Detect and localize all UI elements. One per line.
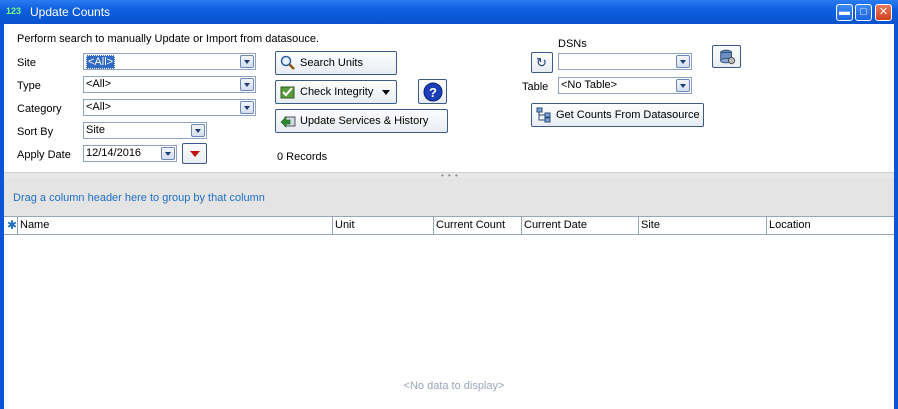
column-header-location[interactable]: Location: [767, 217, 894, 234]
type-label: Type: [17, 80, 41, 92]
refresh-icon: ↻: [536, 55, 547, 70]
group-by-hint: Drag a column header here to group by th…: [13, 192, 265, 204]
table-combo[interactable]: <No Table>: [558, 77, 692, 94]
search-icon: [280, 55, 295, 70]
column-header-current-date[interactable]: Current Date: [522, 217, 639, 234]
update-services-label: Update Services & History: [300, 115, 429, 127]
grid-header: ✱ Name Unit Current Count Current Date S…: [4, 216, 894, 235]
check-integrity-button[interactable]: Check Integrity: [275, 80, 397, 104]
maximize-icon: □: [860, 6, 867, 18]
sortby-combo[interactable]: Site: [83, 122, 207, 139]
category-value: <All>: [86, 101, 112, 113]
window-title: Update Counts: [30, 5, 111, 19]
applydate-picker[interactable]: 12/14/2016: [83, 145, 177, 162]
check-integrity-label: Check Integrity: [300, 86, 374, 98]
sortby-value: Site: [86, 124, 105, 136]
get-counts-button[interactable]: Get Counts From Datasource: [531, 103, 704, 127]
group-by-panel[interactable]: Drag a column header here to group by th…: [4, 178, 894, 216]
counts-grid: Drag a column header here to group by th…: [4, 178, 894, 409]
update-icon: [280, 116, 296, 128]
table-label: Table: [522, 81, 549, 93]
triangle-down-icon: [190, 151, 200, 157]
dsns-label: DSNs: [558, 38, 587, 50]
type-combo[interactable]: <All>: [83, 76, 256, 93]
checklist-icon: [280, 86, 295, 99]
app-icon-text: 123: [6, 6, 22, 16]
sortby-label: Sort By: [17, 126, 54, 138]
chevron-down-icon[interactable]: [161, 147, 175, 160]
select-all-icon[interactable]: ✱: [4, 217, 18, 234]
site-label: Site: [17, 57, 36, 69]
datasource-settings-button[interactable]: [712, 45, 741, 68]
help-icon: ?: [423, 82, 443, 102]
records-count: 0 Records: [277, 151, 328, 163]
category-combo[interactable]: <All>: [83, 99, 256, 116]
chevron-down-icon[interactable]: [676, 79, 690, 92]
chevron-down-icon[interactable]: [240, 78, 254, 91]
chevron-down-icon[interactable]: [240, 101, 254, 114]
category-label: Category: [17, 103, 62, 115]
app-icon: 123: [6, 6, 24, 18]
client-area: Perform search to manually Update or Imp…: [4, 24, 894, 409]
date-menu-button[interactable]: [182, 143, 207, 164]
table-value: <No Table>: [561, 79, 618, 91]
close-icon: ✕: [878, 6, 889, 18]
chevron-down-icon[interactable]: [240, 55, 254, 68]
empty-grid-message: <No data to display>: [403, 380, 505, 392]
column-header-site[interactable]: Site: [639, 217, 767, 234]
update-counts-window: 123 Update Counts ▬ □ ✕ Perform search t…: [0, 0, 898, 409]
title-bar[interactable]: 123 Update Counts ▬ □ ✕: [0, 0, 898, 24]
search-units-button[interactable]: Search Units: [275, 51, 397, 75]
datasource-tree-icon: [536, 107, 551, 123]
help-button[interactable]: ?: [418, 79, 447, 104]
refresh-dsns-button[interactable]: ↻: [531, 52, 553, 73]
column-header-name[interactable]: Name: [18, 217, 333, 234]
chevron-down-icon[interactable]: [191, 124, 205, 137]
dsns-combo[interactable]: [558, 53, 692, 70]
update-services-button[interactable]: Update Services & History: [275, 109, 448, 133]
svg-text:?: ?: [429, 85, 437, 100]
type-value: <All>: [86, 78, 112, 90]
maximize-button[interactable]: □: [855, 4, 872, 21]
applydate-value: 12/14/2016: [86, 147, 142, 159]
site-value: <All>: [86, 55, 116, 69]
site-combo[interactable]: <All>: [83, 53, 256, 70]
minimize-icon: ▬: [839, 6, 850, 18]
search-form: Perform search to manually Update or Imp…: [4, 24, 894, 172]
minimize-button[interactable]: ▬: [836, 4, 853, 21]
column-header-current-count[interactable]: Current Count: [434, 217, 522, 234]
applydate-label: Apply Date: [17, 149, 71, 161]
search-units-label: Search Units: [300, 57, 363, 69]
dropdown-arrow-icon[interactable]: [382, 90, 390, 95]
column-header-unit[interactable]: Unit: [333, 217, 434, 234]
instruction-text: Perform search to manually Update or Imp…: [17, 33, 320, 45]
close-button[interactable]: ✕: [875, 4, 892, 21]
chevron-down-icon[interactable]: [676, 55, 690, 68]
get-counts-label: Get Counts From Datasource: [556, 109, 700, 121]
database-gear-icon: [720, 49, 736, 65]
